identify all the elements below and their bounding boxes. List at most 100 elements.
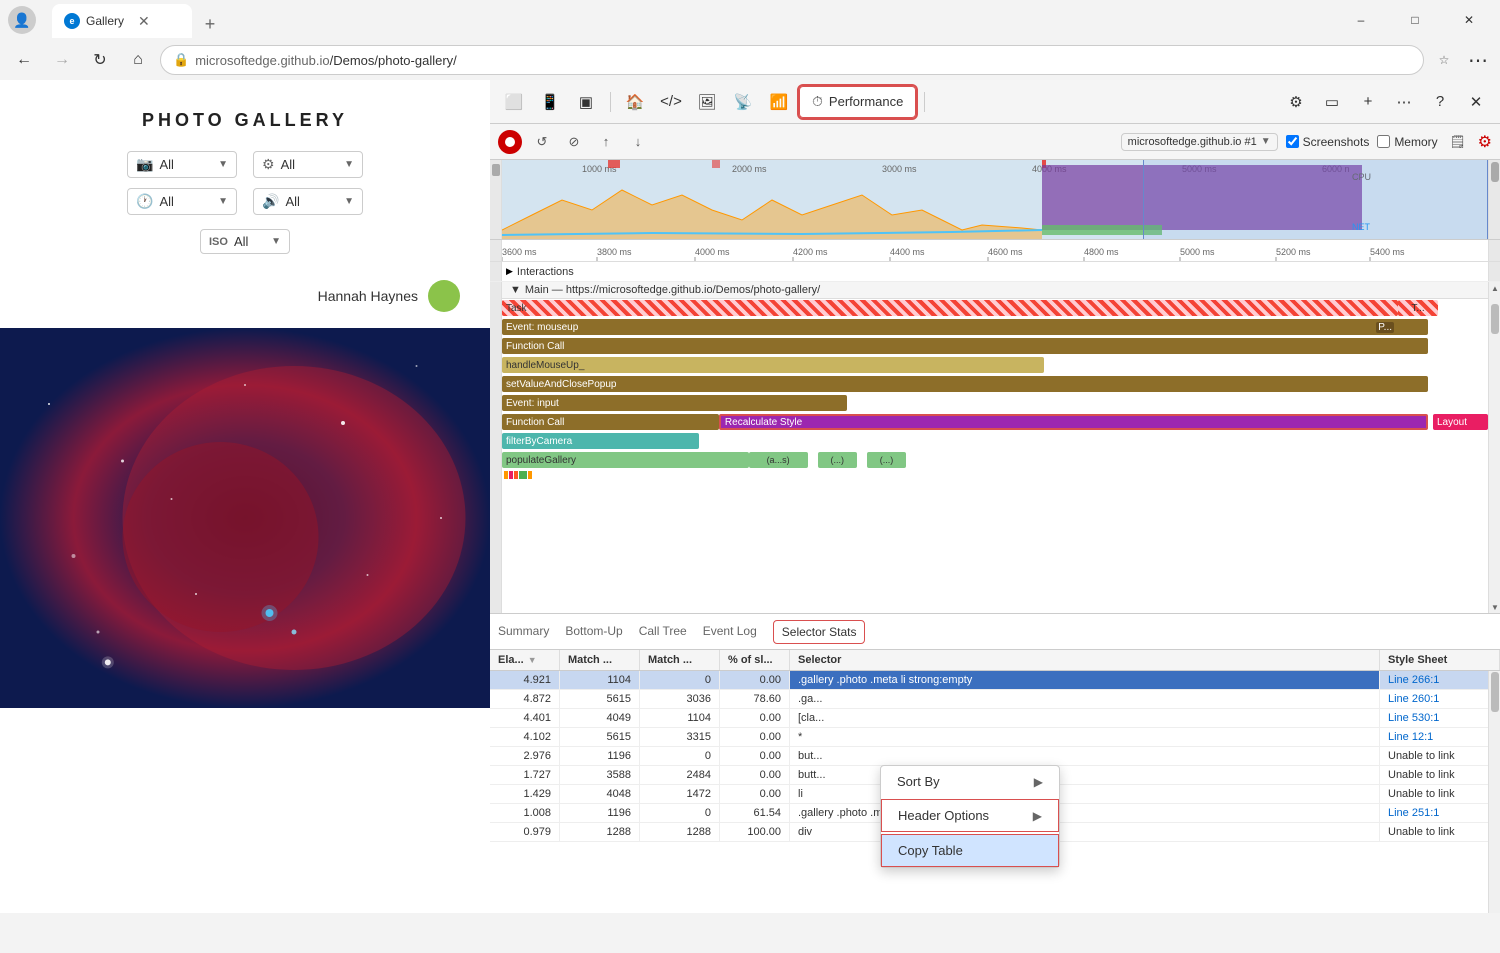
record-button[interactable] xyxy=(498,130,522,154)
perf-settings-button[interactable]: ⚙ xyxy=(1478,132,1492,152)
main-thread-collapse-icon[interactable]: ▼ xyxy=(510,284,521,296)
maximize-button[interactable]: □ xyxy=(1392,4,1438,36)
clear-button[interactable]: ⊘ xyxy=(562,130,586,154)
flame-scroll-thumb[interactable] xyxy=(1491,304,1499,334)
filtercamera-bar[interactable]: filterByCamera xyxy=(502,433,699,449)
context-menu-copy-table[interactable]: Copy Table xyxy=(881,834,1059,867)
url-dropdown[interactable]: ▼ xyxy=(1261,136,1271,147)
th-elapsed-label: Ela... xyxy=(498,654,524,666)
th-selector[interactable]: Selector xyxy=(790,650,1380,670)
th-elapsed[interactable]: Ela... ▼ xyxy=(490,650,560,670)
event-mouseup-bar[interactable]: Event: mouseup P... xyxy=(502,319,1428,335)
context-menu-sort-by[interactable]: Sort By ▶ xyxy=(881,766,1059,797)
td-sel-3: [cla... xyxy=(790,709,1380,727)
memory-checkbox[interactable]: Memory xyxy=(1377,135,1437,149)
tab-eventlog[interactable]: Event Log xyxy=(703,616,757,648)
layout-bar[interactable]: Layout xyxy=(1433,414,1488,430)
forward-button[interactable]: → xyxy=(46,44,78,76)
scroll-down-btn[interactable]: ▼ xyxy=(1489,601,1500,613)
upload-button[interactable]: ↑ xyxy=(594,130,618,154)
timeline-selection[interactable] xyxy=(1143,160,1488,239)
minimize-button[interactable]: – xyxy=(1338,4,1384,36)
inspect-element-button[interactable]: ⬜ xyxy=(498,86,530,118)
table-row[interactable]: 4.872 5615 3036 78.60 .ga... Line 260:1 xyxy=(490,690,1500,709)
interactions-arrow-icon: ▶ xyxy=(506,266,513,277)
elements-button[interactable]: 🏠 xyxy=(619,86,651,118)
back-button[interactable]: ← xyxy=(8,44,40,76)
reload-record-button[interactable]: ↺ xyxy=(530,130,554,154)
td-ss-8[interactable]: Line 251:1 xyxy=(1380,804,1500,822)
browser-tab[interactable]: e Gallery ✕ xyxy=(52,4,192,38)
td-ss-9: Unable to link xyxy=(1380,823,1500,841)
devtools-more-button[interactable]: ⋯ xyxy=(1388,86,1420,118)
dock-button[interactable]: ▭ xyxy=(1316,86,1348,118)
filter-camera[interactable]: 📷 All ▼ xyxy=(127,151,237,178)
screenshots-checkbox[interactable]: Screenshots xyxy=(1286,135,1370,149)
timeline-overview-canvas[interactable]: 1000 ms 2000 ms 3000 ms 4000 ms 5000 ms … xyxy=(502,160,1488,239)
handle-mouseup-bar[interactable]: handleMouseUp_ xyxy=(502,357,1044,373)
help-button[interactable]: ? xyxy=(1424,86,1456,118)
table-row[interactable]: 4.102 5615 3315 0.00 * Line 12:1 xyxy=(490,728,1500,747)
svg-text:4800 ms: 4800 ms xyxy=(1084,247,1119,257)
sidebar-toggle-button[interactable]: ▣ xyxy=(570,86,602,118)
context-menu-header-options[interactable]: Header Options ▶ xyxy=(881,799,1059,832)
td-ss-1[interactable]: Line 266:1 xyxy=(1380,671,1500,689)
th-pct[interactable]: % of sl... xyxy=(720,650,790,670)
task-bar[interactable]: Task xyxy=(502,300,1398,316)
tab-calltree[interactable]: Call Tree xyxy=(639,616,687,648)
td-ss-3[interactable]: Line 530:1 xyxy=(1380,709,1500,727)
function-call-bar[interactable]: Function Call xyxy=(502,338,1428,354)
url-prefix: microsoftedge.github.io xyxy=(195,53,329,68)
bottom-scroll-thumb[interactable] xyxy=(1491,672,1499,712)
refresh-button[interactable]: ↻ xyxy=(84,44,116,76)
filter-settings[interactable]: ⚙ All ▼ xyxy=(253,151,363,178)
settings-button[interactable]: ⚙ xyxy=(1280,86,1312,118)
svg-text:4200 ms: 4200 ms xyxy=(793,247,828,257)
scroll-up-btn[interactable]: ▲ xyxy=(1489,282,1500,294)
table-row[interactable]: 2.976 1196 0 0.00 but... Unable to link xyxy=(490,747,1500,766)
memory-input[interactable] xyxy=(1377,135,1390,148)
settings-more-button[interactable]: ⋯ xyxy=(1464,46,1492,74)
table-row[interactable]: 4.921 1104 0 0.00 .gallery .photo .meta … xyxy=(490,671,1500,690)
th-match2[interactable]: Match ... xyxy=(640,650,720,670)
tab-close-button[interactable]: ✕ xyxy=(138,13,150,30)
devtools-close-button[interactable]: ✕ xyxy=(1460,86,1492,118)
th-match1[interactable]: Match ... xyxy=(560,650,640,670)
event-input-bar[interactable]: Event: input xyxy=(502,395,847,411)
performance-tab[interactable]: ⏱ Performance xyxy=(799,86,916,118)
td-m2-4: 3315 xyxy=(640,728,720,746)
close-button[interactable]: ✕ xyxy=(1446,4,1492,36)
td-ss-2[interactable]: Line 260:1 xyxy=(1380,690,1500,708)
home-button[interactable]: ⌂ xyxy=(122,44,154,76)
filter-audio[interactable]: 🔊 All ▼ xyxy=(253,188,363,215)
new-tab-button[interactable]: + xyxy=(196,10,224,38)
populategallery-bar[interactable]: populateGallery xyxy=(502,452,749,468)
table-row[interactable]: 4.401 4049 1104 0.00 [cla... Line 530:1 xyxy=(490,709,1500,728)
console-button[interactable]: </> xyxy=(655,86,687,118)
network-button[interactable]: 📡 xyxy=(727,86,759,118)
download-button[interactable]: ↓ xyxy=(626,130,650,154)
filter-time[interactable]: 🕐 All ▼ xyxy=(127,188,237,215)
function-call-bar-2[interactable]: Function Call xyxy=(502,414,719,430)
favorites-button[interactable]: ☆ xyxy=(1430,46,1458,74)
td-ss-4[interactable]: Line 12:1 xyxy=(1380,728,1500,746)
wireless-button[interactable]: 📶 xyxy=(763,86,795,118)
more-tools-button[interactable]: + xyxy=(1352,86,1384,118)
address-bar[interactable]: 🔒 microsoftedge.github.io/Demos/photo-ga… xyxy=(160,45,1424,75)
screenshots-input[interactable] xyxy=(1286,135,1299,148)
setvalue-bar[interactable]: setValueAndClosePopup xyxy=(502,376,1428,392)
recalc-style-bar[interactable]: Recalculate Style xyxy=(719,414,1428,430)
tab-bottomup[interactable]: Bottom-Up xyxy=(565,616,622,648)
filter-iso[interactable]: ISO All ▼ xyxy=(200,229,290,254)
device-emulation-button[interactable]: 📱 xyxy=(534,86,566,118)
strip-orange-2 xyxy=(528,471,532,479)
tab-selectorstats[interactable]: Selector Stats xyxy=(773,620,866,644)
tab-summary[interactable]: Summary xyxy=(498,616,549,648)
td-ela-2: 4.872 xyxy=(490,690,560,708)
bottom-panel-scrollbar xyxy=(1488,650,1500,913)
td-sel-1: .gallery .photo .meta li strong:empty xyxy=(790,671,1380,689)
timeline-scroll-thumb[interactable] xyxy=(1491,162,1499,182)
sources-button[interactable]: 🖼 xyxy=(691,86,723,118)
th-stylesheet[interactable]: Style Sheet xyxy=(1380,650,1500,670)
capture-settings-button[interactable]: 🗒 xyxy=(1446,130,1470,154)
